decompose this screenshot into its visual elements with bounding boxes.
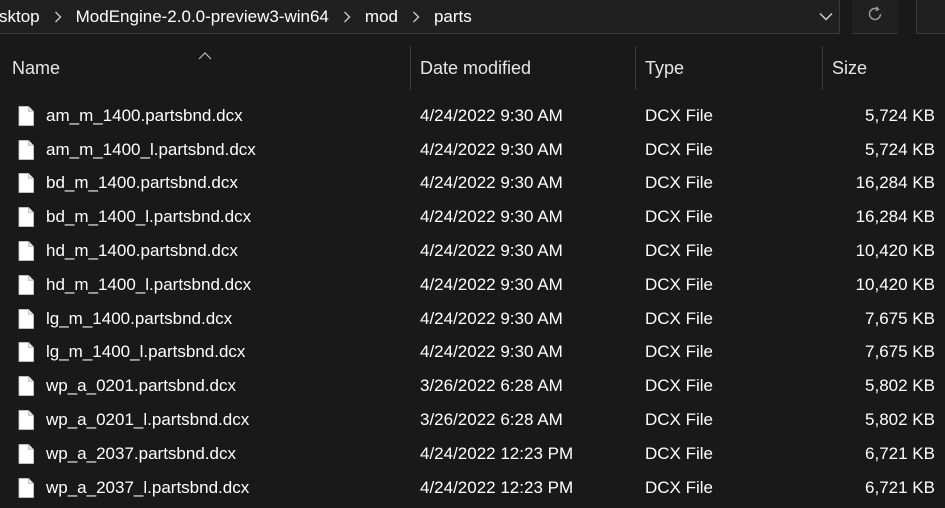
column-header-date[interactable]: Date modified xyxy=(420,46,531,90)
file-row[interactable]: wp_a_2037_l.partsbnd.dcx 4/24/2022 12:23… xyxy=(0,471,945,505)
file-size: 5,802 KB xyxy=(865,376,935,396)
file-name: lg_m_1400_l.partsbnd.dcx xyxy=(46,342,246,362)
file-icon xyxy=(18,403,38,437)
file-row[interactable]: am_m_1400.partsbnd.dcx 4/24/2022 9:30 AM… xyxy=(0,99,945,133)
search-box[interactable] xyxy=(916,0,945,34)
file-icon xyxy=(18,234,38,268)
file-type: DCX File xyxy=(645,342,714,362)
file-date-modified: 4/24/2022 9:30 AM xyxy=(420,207,563,227)
address-history-button[interactable] xyxy=(806,0,846,34)
chevron-right-icon[interactable] xyxy=(333,11,361,23)
column-header-row: Name Date modified Type Size xyxy=(0,46,945,90)
column-header-type[interactable]: Type xyxy=(645,46,684,90)
file-type: DCX File xyxy=(645,105,714,125)
column-divider[interactable] xyxy=(410,46,411,90)
file-icon xyxy=(18,471,38,505)
file-row[interactable]: am_m_1400_l.partsbnd.dcx 4/24/2022 9:30 … xyxy=(0,133,945,167)
file-date-modified: 4/24/2022 9:30 AM xyxy=(420,241,563,261)
file-type: DCX File xyxy=(645,207,714,227)
file-size: 7,675 KB xyxy=(865,308,935,328)
file-type: DCX File xyxy=(645,376,714,396)
file-icon xyxy=(18,268,38,302)
address-bar: sktop ModEngine-2.0.0-preview3-win64 mod… xyxy=(0,0,945,46)
file-date-modified: 4/24/2022 9:30 AM xyxy=(420,274,563,294)
file-date-modified: 4/24/2022 9:30 AM xyxy=(420,308,563,328)
file-row[interactable]: wp_a_2037.partsbnd.dcx 4/24/2022 12:23 P… xyxy=(0,437,945,471)
file-name: wp_a_2037_l.partsbnd.dcx xyxy=(46,477,250,497)
file-size: 10,420 KB xyxy=(855,241,935,261)
file-type: DCX File xyxy=(645,274,714,294)
file-size: 5,802 KB xyxy=(865,410,935,430)
file-date-modified: 3/26/2022 6:28 AM xyxy=(420,410,563,430)
chevron-right-icon[interactable] xyxy=(402,11,430,23)
file-size: 16,284 KB xyxy=(855,173,935,193)
file-size: 10,420 KB xyxy=(855,274,935,294)
file-icon xyxy=(18,336,38,370)
breadcrumb[interactable]: sktop ModEngine-2.0.0-preview3-win64 mod… xyxy=(0,0,840,34)
file-type: DCX File xyxy=(645,443,714,463)
file-icon xyxy=(18,200,38,234)
file-name: am_m_1400_l.partsbnd.dcx xyxy=(46,139,256,159)
file-name: hd_m_1400_l.partsbnd.dcx xyxy=(46,274,252,294)
file-date-modified: 4/24/2022 9:30 AM xyxy=(420,173,563,193)
file-type: DCX File xyxy=(645,410,714,430)
file-type: DCX File xyxy=(645,139,714,159)
file-icon xyxy=(18,133,38,167)
file-row[interactable]: hd_m_1400_l.partsbnd.dcx 4/24/2022 9:30 … xyxy=(0,268,945,302)
file-name: bd_m_1400_l.partsbnd.dcx xyxy=(46,207,252,227)
file-date-modified: 3/26/2022 6:28 AM xyxy=(420,376,563,396)
file-row[interactable]: lg_m_1400_l.partsbnd.dcx 4/24/2022 9:30 … xyxy=(0,336,945,370)
file-icon xyxy=(18,167,38,201)
chevron-down-icon xyxy=(819,8,833,26)
file-row[interactable]: lg_m_1400.partsbnd.dcx 4/24/2022 9:30 AM… xyxy=(0,302,945,336)
breadcrumb-item-desktop[interactable]: sktop xyxy=(0,7,44,27)
file-name: wp_a_0201.partsbnd.dcx xyxy=(46,376,236,396)
breadcrumb-item-mod[interactable]: mod xyxy=(361,7,402,27)
file-name: hd_m_1400.partsbnd.dcx xyxy=(46,241,238,261)
file-date-modified: 4/24/2022 9:30 AM xyxy=(420,139,563,159)
file-date-modified: 4/24/2022 9:30 AM xyxy=(420,105,563,125)
file-date-modified: 4/24/2022 9:30 AM xyxy=(420,342,563,362)
file-icon xyxy=(18,99,38,133)
sort-ascending-icon xyxy=(198,47,212,65)
column-header-size[interactable]: Size xyxy=(832,46,867,90)
file-size: 5,724 KB xyxy=(865,105,935,125)
breadcrumb-item-modengine[interactable]: ModEngine-2.0.0-preview3-win64 xyxy=(72,7,333,27)
file-name: am_m_1400.partsbnd.dcx xyxy=(46,105,243,125)
file-size: 5,724 KB xyxy=(865,139,935,159)
file-row[interactable]: bd_m_1400_l.partsbnd.dcx 4/24/2022 9:30 … xyxy=(0,200,945,234)
file-type: DCX File xyxy=(645,308,714,328)
refresh-button[interactable] xyxy=(852,0,898,34)
file-size: 6,721 KB xyxy=(865,477,935,497)
file-icon xyxy=(18,437,38,471)
chevron-right-icon[interactable] xyxy=(44,11,72,23)
file-name: wp_a_2037.partsbnd.dcx xyxy=(46,443,236,463)
file-row[interactable]: wp_a_0201.partsbnd.dcx 3/26/2022 6:28 AM… xyxy=(0,369,945,403)
file-name: wp_a_0201_l.partsbnd.dcx xyxy=(46,410,250,430)
column-divider[interactable] xyxy=(635,46,636,90)
file-icon xyxy=(18,302,38,336)
column-header-name[interactable]: Name xyxy=(12,46,60,90)
file-name: bd_m_1400.partsbnd.dcx xyxy=(46,173,238,193)
file-list: am_m_1400.partsbnd.dcx 4/24/2022 9:30 AM… xyxy=(0,99,945,505)
file-size: 7,675 KB xyxy=(865,342,935,362)
file-icon xyxy=(18,369,38,403)
column-divider[interactable] xyxy=(822,46,823,90)
file-row[interactable]: bd_m_1400.partsbnd.dcx 4/24/2022 9:30 AM… xyxy=(0,167,945,201)
breadcrumb-item-parts[interactable]: parts xyxy=(430,7,476,27)
file-date-modified: 4/24/2022 12:23 PM xyxy=(420,477,574,497)
file-size: 16,284 KB xyxy=(855,207,935,227)
file-row[interactable]: hd_m_1400.partsbnd.dcx 4/24/2022 9:30 AM… xyxy=(0,234,945,268)
file-size: 6,721 KB xyxy=(865,443,935,463)
refresh-icon xyxy=(866,5,884,28)
file-date-modified: 4/24/2022 12:23 PM xyxy=(420,443,574,463)
file-name: lg_m_1400.partsbnd.dcx xyxy=(46,308,233,328)
file-type: DCX File xyxy=(645,173,714,193)
file-type: DCX File xyxy=(645,477,714,497)
file-row[interactable]: wp_a_0201_l.partsbnd.dcx 3/26/2022 6:28 … xyxy=(0,403,945,437)
file-type: DCX File xyxy=(645,241,714,261)
